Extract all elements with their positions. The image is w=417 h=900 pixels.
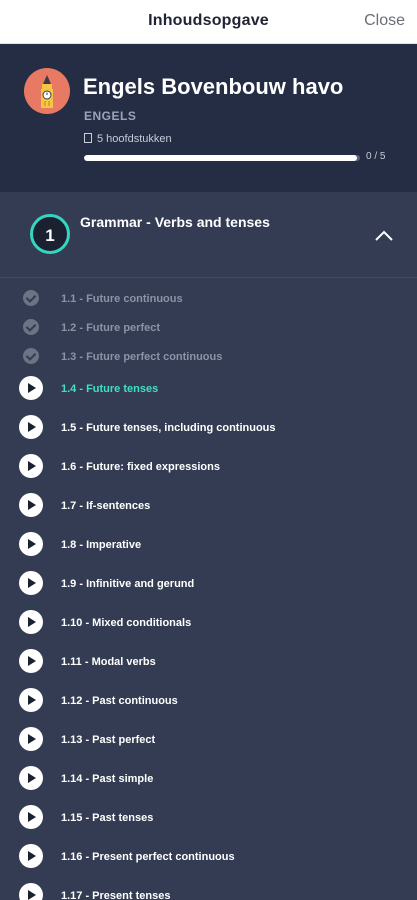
lesson-label: 1.16 - Present perfect continuous [61, 851, 235, 863]
course-subject: ENGELS [84, 109, 137, 123]
page-title: Inhoudsopgave [148, 12, 269, 29]
lesson-label: 1.8 - Imperative [61, 539, 142, 551]
chapter-title: Grammar - Verbs and tenses [80, 214, 270, 230]
play-icon [19, 805, 43, 829]
lesson-label: 1.15 - Past tenses [61, 812, 154, 824]
play-icon [19, 883, 43, 900]
lesson-item[interactable]: 1.16 - Present perfect continuous [0, 839, 417, 869]
lesson-label: 1.7 - If-sentences [61, 500, 151, 512]
play-icon [19, 766, 43, 790]
play-icon [19, 610, 43, 634]
chapter-number: 1 [45, 226, 55, 245]
progress-label: 0 / 5 [366, 151, 386, 162]
close-button[interactable]: Close [364, 12, 405, 30]
lesson-label: 1.6 - Future: fixed expressions [61, 461, 220, 473]
lesson-label: 1.1 - Future continuous [61, 293, 183, 305]
chevron-up-icon[interactable] [374, 228, 394, 242]
chapter-number-badge: 1 [30, 214, 70, 254]
top-bar: Inhoudsopgave Close [0, 0, 417, 44]
play-icon [19, 415, 43, 439]
lesson-label: 1.12 - Past continuous [61, 695, 178, 707]
lesson-label: 1.10 - Mixed conditionals [61, 617, 192, 629]
chapter-row[interactable]: 1 Grammar - Verbs and tenses [0, 192, 417, 278]
lesson-item[interactable]: 1.13 - Past perfect [0, 722, 417, 752]
lesson-item[interactable]: 1.5 - Future tenses, including continuou… [0, 410, 417, 440]
lesson-item[interactable]: 1.14 - Past simple [0, 761, 417, 791]
lesson-item[interactable]: 1.11 - Modal verbs [0, 644, 417, 674]
lesson-label: 1.5 - Future tenses, including continuou… [61, 422, 276, 434]
play-icon [19, 571, 43, 595]
lesson-label: 1.13 - Past perfect [61, 734, 156, 746]
play-icon [19, 844, 43, 868]
lesson-item[interactable]: 1.3 - Future perfect continuous [0, 339, 417, 369]
play-icon [19, 493, 43, 517]
play-icon [19, 376, 43, 400]
check-circle-icon [23, 290, 39, 306]
play-icon [19, 532, 43, 556]
play-icon [19, 688, 43, 712]
lesson-item[interactable]: 1.1 - Future continuous [0, 281, 417, 311]
lesson-label: 1.11 - Modal verbs [61, 656, 156, 668]
lesson-item[interactable]: 1.8 - Imperative [0, 527, 417, 557]
play-icon [19, 727, 43, 751]
big-ben-icon [24, 68, 70, 114]
play-icon [19, 649, 43, 673]
chapter-count: 5 hoofdstukken [84, 133, 172, 145]
lesson-item[interactable]: 1.10 - Mixed conditionals [0, 605, 417, 635]
lesson-label: 1.9 - Infinitive and gerund [61, 578, 195, 590]
lesson-item[interactable]: 1.2 - Future perfect [0, 310, 417, 340]
lesson-item[interactable]: 1.7 - If-sentences [0, 488, 417, 518]
check-circle-icon [23, 319, 39, 335]
play-icon [19, 454, 43, 478]
course-header: Engels Bovenbouw havo ENGELS 5 hoofdstuk… [0, 44, 417, 192]
course-progress-bar [84, 155, 360, 161]
lesson-label: 1.3 - Future perfect continuous [61, 351, 223, 363]
lesson-item[interactable]: 1.6 - Future: fixed expressions [0, 449, 417, 479]
course-title: Engels Bovenbouw havo [83, 74, 344, 99]
lesson-label: 1.4 - Future tenses [61, 383, 159, 395]
lesson-item[interactable]: 1.4 - Future tenses [0, 371, 417, 401]
lesson-item[interactable]: 1.9 - Infinitive and gerund [0, 566, 417, 596]
lesson-label: 1.17 - Present tenses [61, 890, 171, 900]
chapter-count-label: 5 hoofdstukken [97, 133, 172, 145]
lesson-item[interactable]: 1.12 - Past continuous [0, 683, 417, 713]
lesson-label: 1.2 - Future perfect [61, 322, 161, 334]
lesson-item[interactable]: 1.15 - Past tenses [0, 800, 417, 830]
document-icon [84, 133, 92, 143]
lesson-item[interactable]: 1.17 - Present tenses [0, 878, 417, 900]
check-circle-icon [23, 348, 39, 364]
progress-fill [84, 155, 358, 161]
lesson-label: 1.14 - Past simple [61, 773, 154, 785]
